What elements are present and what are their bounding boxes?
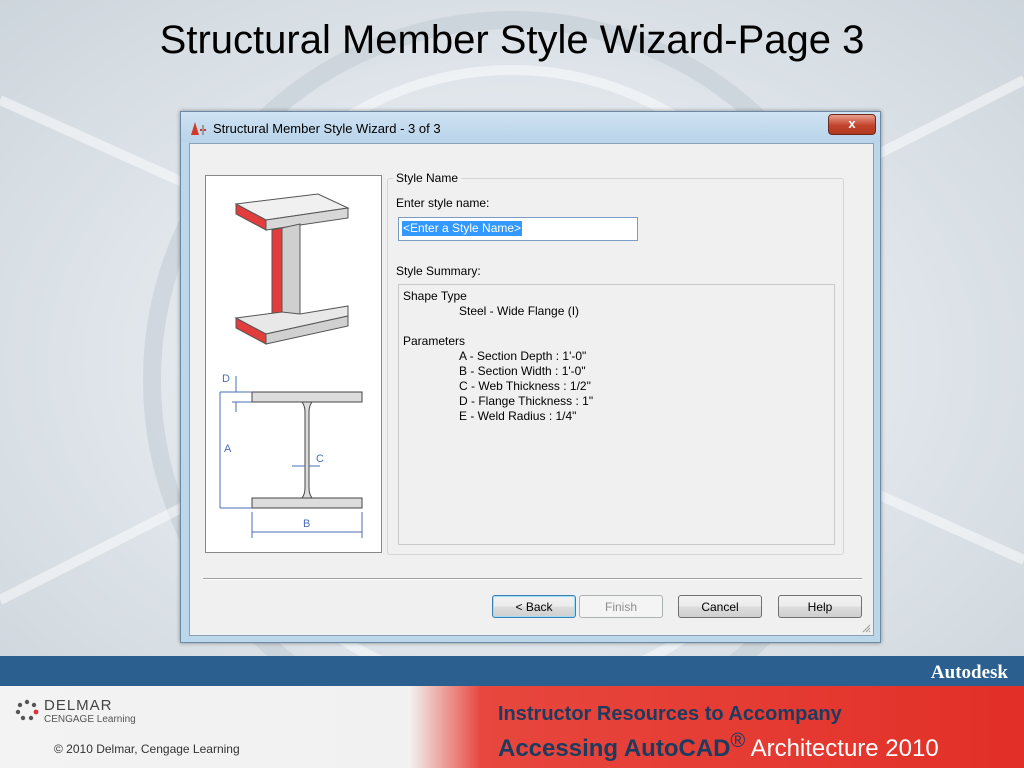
beam-section-diagram: D A C B [219,373,363,538]
parameter-item: E - Weld Radius : 1/4" [459,409,577,423]
publisher-subtitle: CENGAGE Learning [44,714,136,725]
style-summary-box[interactable]: Shape Type Steel - Wide Flange (I) Param… [398,284,835,545]
close-button[interactable]: x [828,114,876,135]
structural-member-icon [191,122,206,135]
book-title-bold: Accessing AutoCAD [498,735,731,762]
dialog-client-area: D A C B Style Name Enter style name: <En… [189,143,874,636]
finish-button[interactable]: Finish [579,595,663,618]
footer-bar: Autodesk [0,656,1024,686]
copyright-text: © 2010 Delmar, Cengage Learning [54,742,240,756]
style-name-group-title: Style Name [393,171,462,185]
wizard-dialog: Structural Member Style Wizard - 3 of 3 … [180,111,881,643]
slide-title: Structural Member Style Wizard-Page 3 [159,18,865,62]
parameter-item: A - Section Depth : 1'-0" [459,349,587,363]
label-a: A [224,443,232,455]
book-title-light: Architecture 2010 [745,735,939,762]
label-d: D [222,373,230,385]
style-summary-label: Style Summary: [396,264,481,278]
shape-type-value: Steel - Wide Flange (I) [459,304,580,318]
beam-3d-image [234,193,350,345]
style-name-input-value: <Enter a Style Name> [402,221,523,236]
style-name-input[interactable]: <Enter a Style Name> [398,217,638,241]
wide-flange-illustration: D A C B [219,193,363,538]
resources-line-2: Accessing AutoCAD® Architecture 2010 [498,730,939,763]
parameter-item: C - Web Thickness : 1/2" [459,379,591,393]
parameter-item: D - Flange Thickness : 1" [459,394,594,408]
parameters-heading: Parameters [403,334,466,348]
delmar-logo-icon [15,699,39,721]
footer-banner: DELMAR CENGAGE Learning © 2010 Delmar, C… [0,686,1024,768]
publisher-name: DELMAR [44,697,113,714]
help-button[interactable]: Help [778,595,862,618]
shape-type-heading: Shape Type [403,289,467,303]
parameter-item: B - Section Width : 1'-0" [459,364,586,378]
dialog-title: Structural Member Style Wizard - 3 of 3 [213,121,441,136]
resources-line-1: Instructor Resources to Accompany [498,703,842,725]
label-c: C [316,453,324,465]
dialog-titlebar[interactable]: Structural Member Style Wizard - 3 of 3 … [181,112,880,142]
autodesk-logo: Autodesk [930,662,1008,683]
enter-style-name-label: Enter style name: [396,196,490,210]
back-button[interactable]: < Back [492,595,576,618]
label-b: B [303,518,310,530]
resize-grip-icon[interactable] [861,623,871,633]
registered-mark: ® [730,730,746,752]
cancel-button[interactable]: Cancel [678,595,762,618]
shape-preview: D A C B [205,175,382,553]
button-separator [203,578,862,580]
